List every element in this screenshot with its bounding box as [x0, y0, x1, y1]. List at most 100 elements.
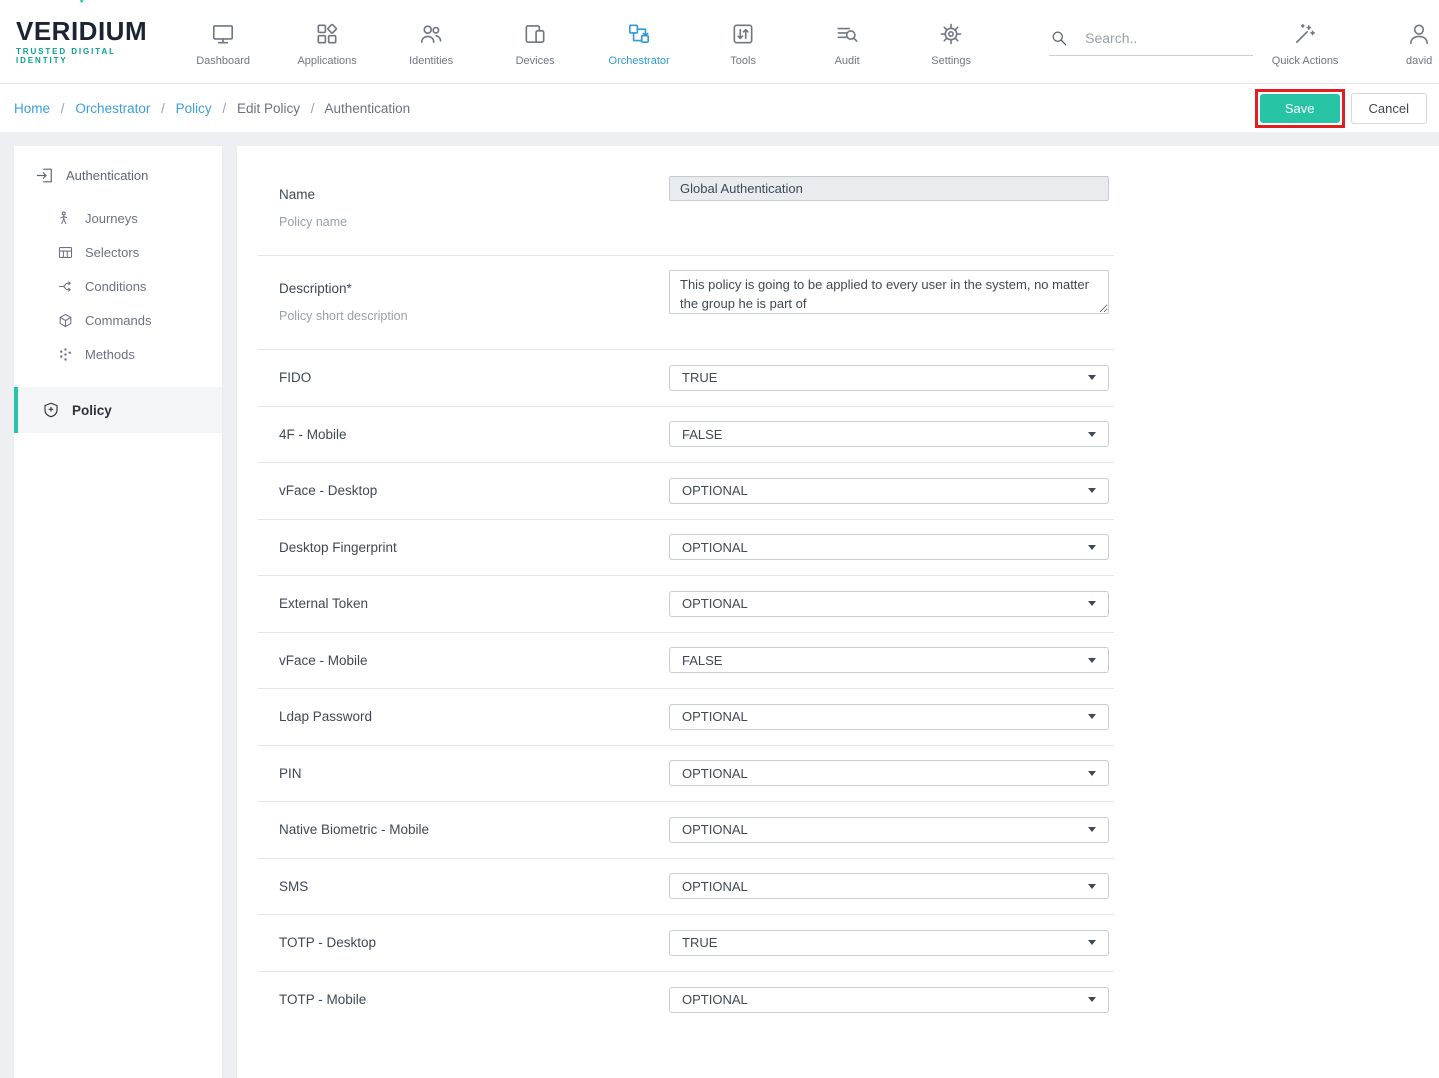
nav-item-audit[interactable]: Audit [795, 17, 899, 67]
search-input[interactable] [1083, 29, 1253, 47]
breadcrumb-home[interactable]: Home [14, 101, 50, 116]
description-field-row: Description* Policy short description Th… [258, 256, 1114, 350]
policy-option-row: External Token OPTIONAL [258, 576, 1114, 633]
policy-option-row: FIDO TRUE [258, 350, 1114, 407]
sidebar-item-authentication[interactable]: Authentication [14, 152, 222, 201]
sidebar-item-conditions[interactable]: Conditions [14, 269, 222, 303]
breadcrumb-orchestrator[interactable]: Orchestrator [75, 101, 150, 116]
nav-item-identities[interactable]: Identities [379, 17, 483, 67]
policy-option-dropdown[interactable]: OPTIONAL [669, 704, 1109, 730]
policy-description-textarea[interactable]: This policy is going to be applied to ev… [669, 270, 1109, 314]
policy-option-dropdown[interactable]: TRUE [669, 930, 1109, 956]
sidebar-item-commands[interactable]: Commands [14, 303, 222, 337]
chevron-down-icon [1088, 997, 1096, 1002]
nav-label: Audit [835, 55, 860, 67]
chevron-down-icon [1088, 884, 1096, 889]
name-field-row: Name Policy name [258, 174, 1114, 256]
policy-option-label: SMS [279, 879, 669, 894]
policy-option-row: 4F - Mobile FALSE [258, 407, 1114, 464]
chevron-down-icon [1088, 432, 1096, 437]
dropdown-selected-value: OPTIONAL [682, 540, 748, 555]
search-icon [1049, 28, 1069, 48]
policy-option-row: SMS OPTIONAL [258, 859, 1114, 916]
breadcrumb-separator: / [311, 101, 315, 116]
dropdown-selected-value: OPTIONAL [682, 992, 748, 1007]
sidebar-item-journeys[interactable]: Journeys [14, 201, 222, 235]
nav-label: Identities [409, 55, 453, 67]
sidebar-item-label: Journeys [85, 211, 138, 226]
policy-option-dropdown[interactable]: OPTIONAL [669, 478, 1109, 504]
user-avatar-icon [1406, 21, 1432, 47]
policy-option-dropdown[interactable]: OPTIONAL [669, 987, 1109, 1013]
chevron-down-icon [1088, 940, 1096, 945]
chevron-down-icon [1088, 658, 1096, 663]
policy-name-input[interactable] [669, 176, 1109, 201]
main-nav: Dashboard Applications Identities Device… [171, 17, 1003, 67]
chevron-down-icon [1088, 601, 1096, 606]
policy-option-dropdown[interactable]: OPTIONAL [669, 760, 1109, 786]
policy-option-row: Desktop Fingerprint OPTIONAL [258, 520, 1114, 577]
nav-item-applications[interactable]: Applications [275, 17, 379, 67]
breadcrumb-separator: / [61, 101, 65, 116]
user-menu[interactable]: david [1367, 17, 1439, 67]
nav-label: Devices [516, 55, 555, 67]
nav-item-orchestrator[interactable]: Orchestrator [587, 17, 691, 67]
policy-form: Name Policy name Description* Policy sho… [258, 174, 1114, 1028]
sidebar: Authentication Journeys Selectors Condit… [14, 146, 222, 1078]
quick-actions-button[interactable]: Quick Actions [1253, 17, 1357, 67]
policy-option-row: TOTP - Mobile OPTIONAL [258, 972, 1114, 1029]
policy-option-row: Ldap Password OPTIONAL [258, 689, 1114, 746]
nav-label: Orchestrator [609, 55, 670, 67]
save-button[interactable]: Save [1260, 94, 1340, 123]
magic-wand-icon [1292, 21, 1318, 47]
chevron-down-icon [1088, 545, 1096, 550]
policy-option-dropdown[interactable]: OPTIONAL [669, 817, 1109, 843]
nav-label: Settings [931, 55, 971, 67]
sidebar-header-label: Authentication [66, 168, 148, 183]
policy-option-dropdown[interactable]: FALSE [669, 421, 1109, 447]
sidebar-item-label: Policy [72, 403, 112, 418]
dropdown-selected-value: OPTIONAL [682, 483, 748, 498]
dropdown-selected-value: TRUE [682, 370, 717, 385]
nav-item-devices[interactable]: Devices [483, 17, 587, 67]
brand-name: VERIDIUM [16, 18, 147, 44]
shield-icon [42, 401, 60, 419]
policy-option-dropdown[interactable]: OPTIONAL [669, 591, 1109, 617]
name-sublabel: Policy name [279, 215, 669, 229]
sidebar-item-label: Selectors [85, 245, 139, 260]
nav-label: Tools [730, 55, 756, 67]
policy-option-dropdown[interactable]: TRUE [669, 365, 1109, 391]
top-navigation-bar: VERIDIUM ✓ TRUSTED DIGITAL IDENTITY Dash… [0, 0, 1439, 84]
policy-option-row: vFace - Desktop OPTIONAL [258, 463, 1114, 520]
nav-item-settings[interactable]: Settings [899, 17, 1003, 67]
page-actions: Save Cancel [1255, 89, 1427, 128]
sidebar-item-policy-active[interactable]: Policy [14, 387, 222, 433]
nav-item-tools[interactable]: Tools [691, 17, 795, 67]
nav-item-dashboard[interactable]: Dashboard [171, 17, 275, 67]
policy-option-label: vFace - Desktop [279, 483, 669, 498]
dropdown-selected-value: OPTIONAL [682, 822, 748, 837]
audit-icon [834, 21, 860, 47]
cancel-button[interactable]: Cancel [1351, 93, 1427, 124]
policy-option-dropdown[interactable]: FALSE [669, 647, 1109, 673]
sidebar-item-label: Conditions [85, 279, 146, 294]
sidebar-item-selectors[interactable]: Selectors [14, 235, 222, 269]
breadcrumb-policy[interactable]: Policy [176, 101, 212, 116]
username-label: david [1406, 55, 1432, 67]
dropdown-selected-value: OPTIONAL [682, 596, 748, 611]
veridium-logo[interactable]: VERIDIUM ✓ TRUSTED DIGITAL IDENTITY [16, 18, 147, 65]
journeys-icon [57, 210, 74, 227]
orchestrator-icon [626, 21, 652, 47]
dots-cluster-icon [57, 346, 74, 363]
dropdown-selected-value: OPTIONAL [682, 879, 748, 894]
description-field-labels: Description* Policy short description [279, 270, 669, 323]
policy-option-dropdown[interactable]: OPTIONAL [669, 873, 1109, 899]
policy-option-dropdown[interactable]: OPTIONAL [669, 534, 1109, 560]
sidebar-item-label: Commands [85, 313, 151, 328]
table-grid-icon [57, 244, 74, 261]
dropdown-selected-value: FALSE [682, 653, 722, 668]
sidebar-item-methods[interactable]: Methods [14, 337, 222, 371]
breadcrumb-separator: / [161, 101, 165, 116]
name-label: Name [279, 187, 669, 202]
policy-option-label: TOTP - Mobile [279, 992, 669, 1007]
